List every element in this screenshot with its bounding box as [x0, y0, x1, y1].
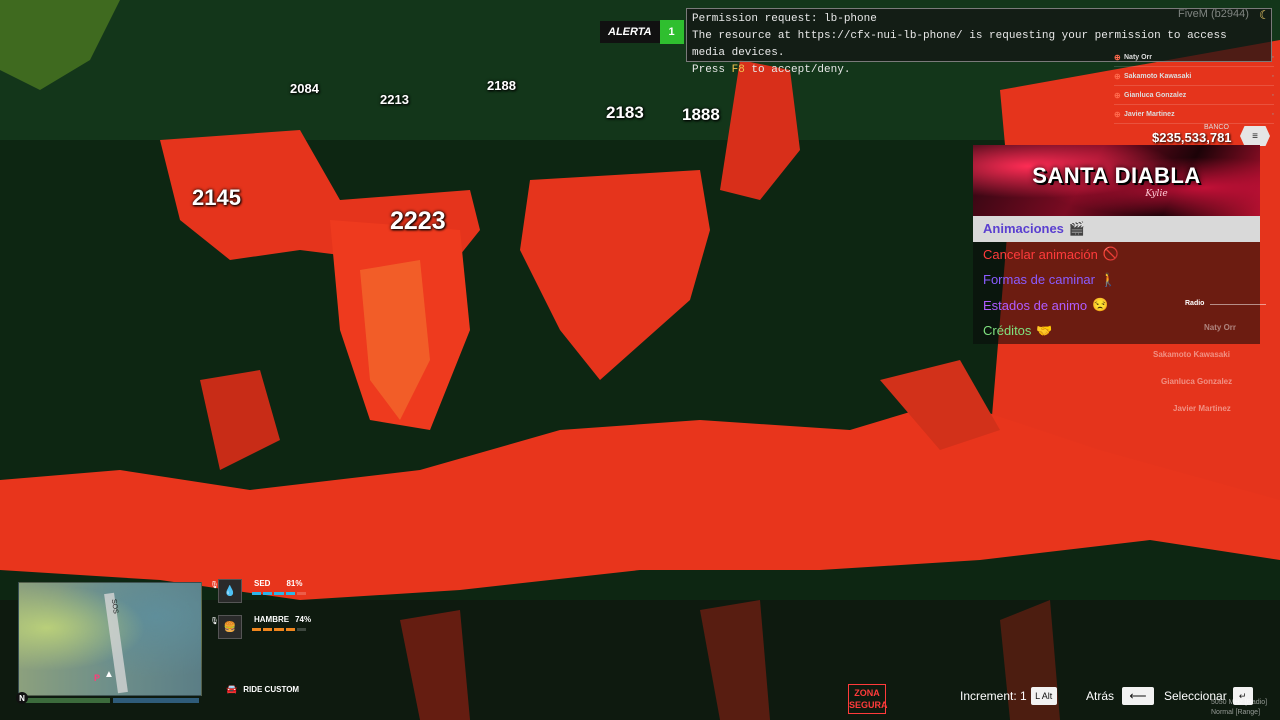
f8-key-hint: F8: [731, 64, 745, 76]
safe-zone-badge: ZONA SEGURA: [848, 684, 888, 714]
bar-segment: [263, 628, 273, 631]
server-build-label: FiveM (b2944): [1178, 8, 1249, 20]
list-item: ⊕ Sakamoto Kawasaki ◦: [1114, 67, 1274, 86]
backspace-key-icon: ⟵: [1122, 687, 1155, 705]
vehicle-name: RIDE CUSTOM: [243, 685, 300, 694]
bar-segment: [252, 628, 262, 631]
bar-segment: [274, 592, 284, 595]
walking-icon: 🚶: [1099, 271, 1117, 287]
radio-frequency-info: 5050 MHz [Radio] Normal [Range]: [1211, 699, 1268, 716]
bar-segment: [285, 592, 295, 595]
thirst-status: 🎙 💧 SED 81%: [210, 579, 307, 603]
clapperboard-icon: 🎬: [1068, 220, 1086, 236]
menu-title: SANTA DIABLA: [1032, 162, 1201, 188]
list-item: ⊕ Javier Martinez ◦: [1114, 105, 1274, 124]
parking-blip-icon: P: [94, 673, 101, 683]
hunger-label: HAMBRE: [254, 615, 290, 624]
thirst-value: 81%: [286, 579, 303, 588]
player-arrow-icon: ▲: [104, 669, 114, 680]
player-icon: ⊕: [1114, 109, 1121, 119]
hunger-value: 74%: [295, 615, 312, 624]
player-id-label: 2223: [390, 207, 446, 235]
menu-item-cancelar-animacion[interactable]: Cancelar animación 🚫: [973, 242, 1260, 268]
radio-member: Javier Martinez: [1173, 404, 1231, 413]
menu-item-estados-de-animo[interactable]: Estados de animo 😒: [973, 293, 1260, 319]
player-id-label: 1888: [682, 105, 720, 124]
menu-toggle-icon[interactable]: ≡: [1240, 126, 1270, 146]
list-item: ⊕ Gianluca Gonzalez ◦: [1114, 86, 1274, 105]
increment-label: Increment: 1: [960, 689, 1027, 703]
player-list: ⊕ Naty Orr ◦ ⊕ Sakamoto Kawasaki ◦ ⊕ Gianluca…: [1114, 48, 1274, 124]
microphone-icon: 🎙: [210, 582, 219, 589]
radio-member: Gianluca Gonzalez: [1161, 377, 1233, 386]
player-icon: ⊕: [1114, 90, 1121, 100]
mood-face-icon: 😒: [1092, 297, 1109, 313]
bar-segment: [285, 628, 295, 631]
player-id-label: 2084: [290, 81, 319, 96]
north-indicator: N: [16, 692, 28, 704]
handshake-icon: 🤝: [1036, 322, 1053, 338]
bank-balance: $235,533,781: [1152, 130, 1232, 145]
player-icon: ⊕: [1114, 52, 1121, 62]
bar-segment: [296, 592, 307, 595]
radio-member: Sakamoto Kawasaki: [1153, 350, 1230, 359]
car-icon: 🚘: [226, 684, 238, 694]
hunger-status: 🎙 🍔 HAMBRE 74%: [210, 615, 312, 639]
list-item: ⊕ Naty Orr ◦: [1114, 48, 1274, 67]
minimap-street-label: SOS: [109, 598, 119, 615]
water-drop-icon: 💧: [218, 579, 242, 603]
menu-banner: SANTA DIABLA Kylie: [973, 145, 1260, 216]
bar-segment: [263, 592, 273, 595]
player-id-label: 2188: [487, 78, 516, 93]
player-id-label: 2145: [192, 185, 241, 210]
menu-item-formas-de-caminar[interactable]: Formas de caminar 🚶: [973, 267, 1260, 293]
food-icon: 🍔: [218, 615, 242, 639]
microphone-icon: 🎙: [210, 618, 219, 625]
alert-count-badge: 1: [659, 20, 684, 44]
alert-indicator: ALERTA 1: [600, 20, 684, 44]
menu-item-animaciones[interactable]: Animaciones 🎬: [973, 216, 1260, 242]
increment-control: Increment: 1 L Alt: [960, 687, 1057, 705]
minimap: SOS P ▲: [18, 582, 202, 696]
radio-label: Radio: [1185, 300, 1205, 307]
bar-segment: [296, 628, 307, 631]
moon-icon: ☾: [1259, 8, 1270, 22]
menu-signature: Kylie: [1145, 188, 1168, 199]
vehicle-indicator: 🚘 RIDE CUSTOM: [226, 684, 299, 695]
bar-segment: [252, 592, 262, 595]
radio-divider: [1210, 304, 1266, 305]
health-bar: [25, 698, 110, 703]
radio-member: Naty Orr: [1204, 323, 1237, 332]
back-control: Atrás ⟵: [1086, 687, 1155, 705]
l-alt-key: L Alt: [1030, 687, 1057, 705]
health-armor-bars: [25, 698, 199, 703]
no-entry-icon: 🚫: [1102, 246, 1120, 262]
back-label: Atrás: [1086, 689, 1115, 703]
player-id-label: 2183: [606, 103, 644, 122]
thirst-bar: [252, 592, 307, 595]
alert-label: ALERTA: [600, 21, 660, 43]
hunger-bar: [252, 628, 307, 631]
player-icon: ⊕: [1114, 71, 1121, 81]
bar-segment: [274, 628, 284, 631]
player-id-label: 2213: [380, 92, 409, 107]
interaction-menu: SANTA DIABLA Kylie Animaciones 🎬 Cancelar…: [973, 145, 1260, 344]
thirst-label: SED: [254, 579, 271, 588]
armor-bar: [113, 698, 199, 703]
